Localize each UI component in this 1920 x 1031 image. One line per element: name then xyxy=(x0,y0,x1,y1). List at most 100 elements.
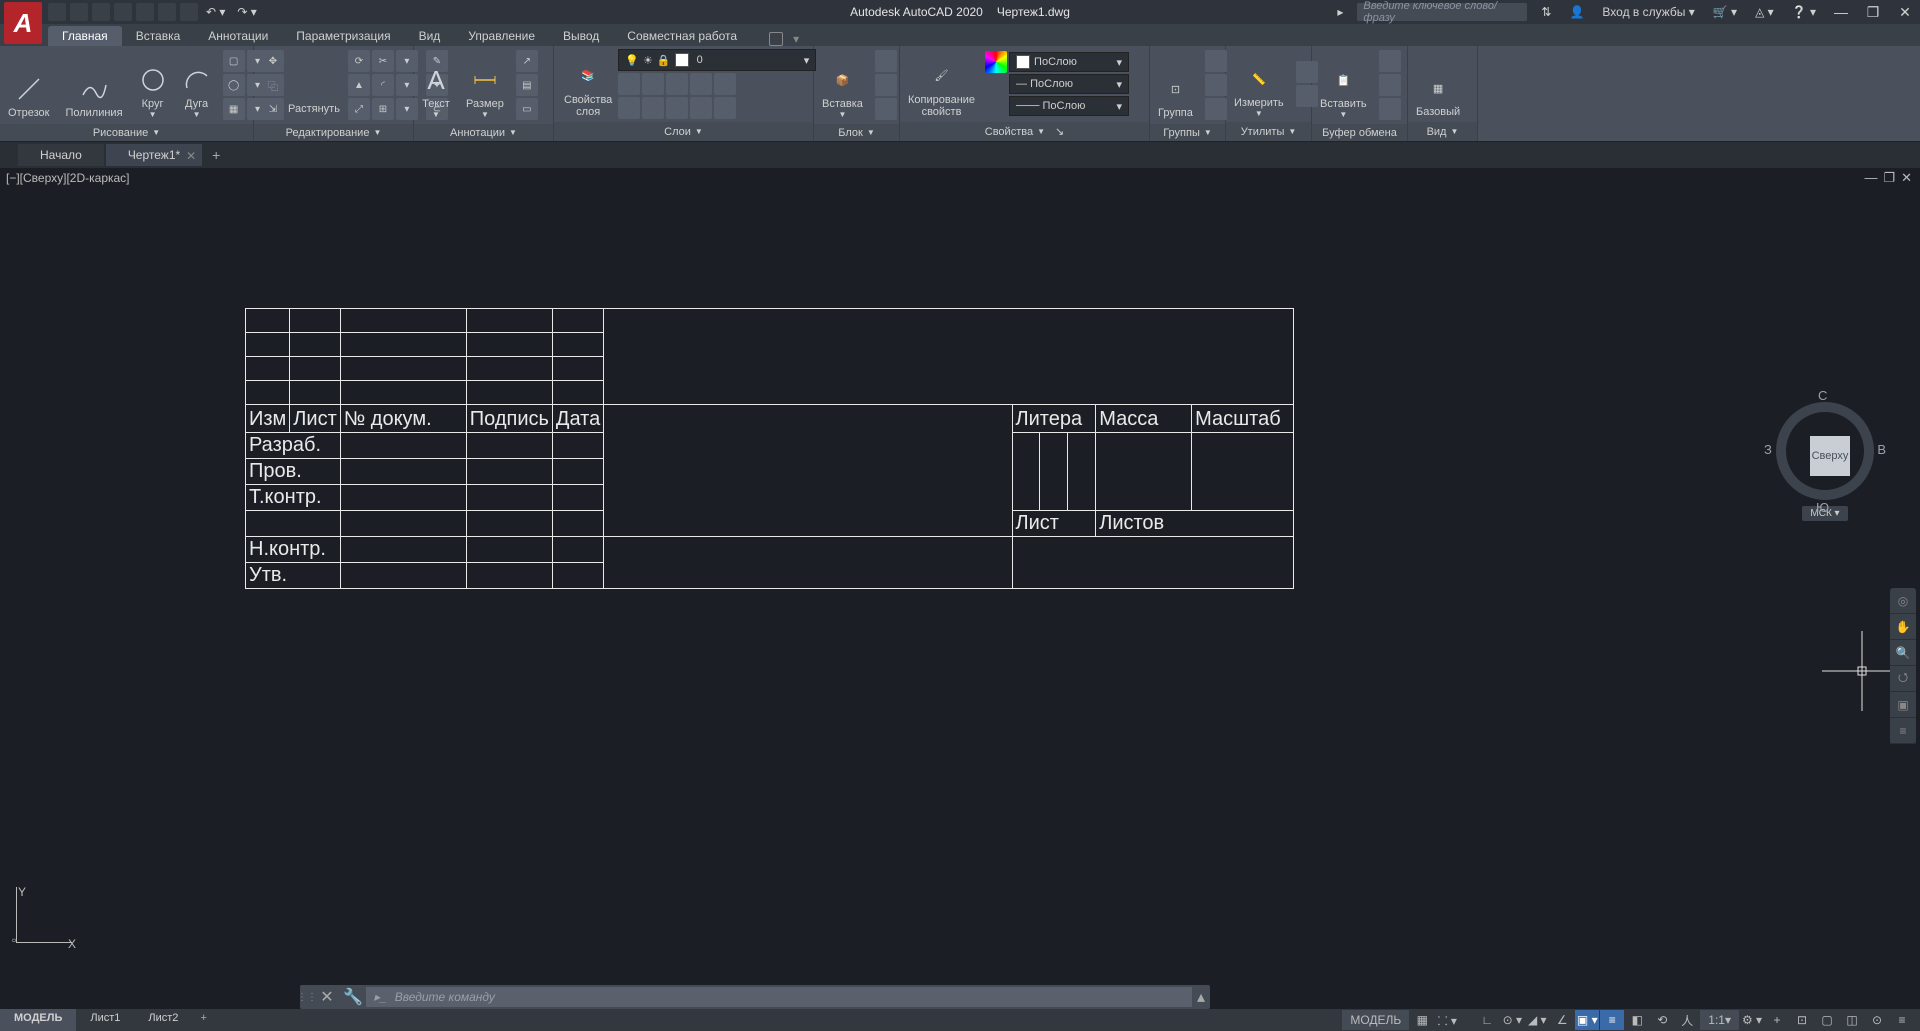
vp-close-icon[interactable]: ✕ xyxy=(1901,170,1912,186)
qat-plot-icon[interactable] xyxy=(136,3,154,21)
exchange-icon[interactable]: ⇅ xyxy=(1537,5,1555,19)
add-layout-button[interactable]: + xyxy=(192,1009,214,1031)
app-menu-button[interactable]: A xyxy=(4,2,42,44)
layer-lock-icon[interactable] xyxy=(666,73,688,95)
color-wheel-icon[interactable] xyxy=(985,51,1007,73)
viewport-controls[interactable]: [−][Сверху][2D-каркас] — ❐ ✕ xyxy=(0,168,1920,188)
search-input[interactable]: Введите ключевое слово/фразу xyxy=(1357,3,1527,21)
scale-icon[interactable]: ⤢ xyxy=(348,98,370,120)
panel-annot-title[interactable]: Аннотации▼ xyxy=(414,124,553,141)
polyline-button[interactable]: Полилиния xyxy=(57,47,130,123)
ortho-icon[interactable]: ∟ xyxy=(1475,1010,1499,1030)
qat-print-icon[interactable] xyxy=(180,3,198,21)
layer-freeze-icon[interactable] xyxy=(642,73,664,95)
command-line[interactable]: ⋮⋮ ✕ 🔧 ▸_ Введите команду ▴ xyxy=(300,985,1210,1009)
viewcube-south[interactable]: Ю xyxy=(1816,500,1829,515)
group-sel-icon[interactable] xyxy=(1205,98,1227,120)
layer-b3-icon[interactable] xyxy=(666,97,688,119)
cmdline-config-icon[interactable]: 🔧 xyxy=(344,988,362,1006)
layer-match-icon[interactable] xyxy=(714,73,736,95)
panel-utils-title[interactable]: Утилиты▼ xyxy=(1226,122,1311,141)
osnap-2d-icon[interactable]: ▣ ▾ xyxy=(1575,1010,1599,1030)
tab-output[interactable]: Вывод xyxy=(549,26,613,46)
arc-button[interactable]: Дуга▼ xyxy=(175,47,219,123)
dimension-button[interactable]: Размер▼ xyxy=(458,47,512,123)
polar-icon[interactable]: ⊙ ▾ xyxy=(1500,1010,1524,1030)
group-button[interactable]: ⊡Группа xyxy=(1150,47,1201,123)
layer-off-icon[interactable] xyxy=(618,73,640,95)
array-icon[interactable]: ⊞ xyxy=(372,98,394,120)
cmdline-grip-icon[interactable]: ⋮⋮ xyxy=(300,992,314,1003)
nav-more-icon[interactable]: ≡ xyxy=(1890,718,1916,744)
group-edit-icon[interactable] xyxy=(1205,74,1227,96)
tab-view[interactable]: Вид xyxy=(405,26,455,46)
tab-annotate[interactable]: Аннотации xyxy=(194,26,282,46)
tab-collaborate[interactable]: Совместная работа xyxy=(613,26,751,46)
panel-block-title[interactable]: Блок▼ xyxy=(814,124,899,141)
color-dropdown[interactable]: ПоСлою▾ xyxy=(1009,52,1129,72)
model-tab[interactable]: МОДЕЛЬ xyxy=(0,1009,76,1031)
layer-b5-icon[interactable] xyxy=(714,97,736,119)
customize-icon[interactable]: ≡ xyxy=(1890,1010,1914,1030)
base-view-button[interactable]: ▦Базовый xyxy=(1408,46,1468,122)
qat-saveas-icon[interactable] xyxy=(114,3,132,21)
lineweight-dropdown[interactable]: — ПоСлою▾ xyxy=(1009,74,1129,94)
block-attr-icon[interactable] xyxy=(875,98,897,120)
cmdline-close-icon[interactable]: ✕ xyxy=(318,988,336,1006)
nav-showmotion-icon[interactable]: ▣ xyxy=(1890,692,1916,718)
linetype-dropdown[interactable]: ─── ПоСлою▾ xyxy=(1009,96,1129,116)
lineweight-display-icon[interactable]: ≡ xyxy=(1600,1010,1624,1030)
leader-icon[interactable]: ↗ xyxy=(516,50,538,72)
tab-apps-icon[interactable] xyxy=(769,32,783,46)
viewcube[interactable]: С Сверху З В Ю МСК ▾ xyxy=(1770,388,1880,538)
nav-orbit-icon[interactable]: ⭯ xyxy=(1890,666,1916,692)
qat-redo-button[interactable]: ↷ ▾ xyxy=(233,5,260,19)
units-icon[interactable]: ⊡ xyxy=(1790,1010,1814,1030)
annotation-monitor-icon[interactable]: + xyxy=(1765,1010,1789,1030)
vp-minimize-icon[interactable]: — xyxy=(1864,170,1877,186)
layout2-tab[interactable]: Лист2 xyxy=(134,1009,192,1031)
search-arrow-icon[interactable]: ▸ xyxy=(1333,5,1347,19)
layer-dropdown[interactable]: 💡 ☀ 🔒 0 ▾ xyxy=(618,49,816,71)
copy-clip-icon[interactable] xyxy=(1379,74,1401,96)
insert-block-button[interactable]: 📦Вставка▼ xyxy=(814,47,871,123)
cmdline-history-icon[interactable]: ▴ xyxy=(1192,987,1210,1007)
qat-new-icon[interactable] xyxy=(48,3,66,21)
rotate-icon[interactable]: ⟳ xyxy=(348,50,370,72)
qat-publish-icon[interactable] xyxy=(158,3,176,21)
quickprops-icon[interactable]: ▢ xyxy=(1815,1010,1839,1030)
viewcube-north[interactable]: С xyxy=(1818,388,1827,403)
workspace-icon[interactable]: ⚙ ▾ xyxy=(1740,1010,1764,1030)
user-icon[interactable]: 👤 xyxy=(1565,5,1588,19)
nav-wheel-icon[interactable]: ◎ xyxy=(1890,588,1916,614)
panel-draw-title[interactable]: Рисование▼ xyxy=(0,124,253,141)
layer-b4-icon[interactable] xyxy=(690,97,712,119)
circle-button[interactable]: Круг▼ xyxy=(131,47,175,123)
viewcube-east[interactable]: В xyxy=(1877,442,1886,457)
close-button[interactable]: ✕ xyxy=(1894,1,1916,23)
osnap-tracking-icon[interactable]: ∠ xyxy=(1550,1010,1574,1030)
new-tab-button[interactable]: + xyxy=(204,145,228,165)
tab-insert[interactable]: Вставка xyxy=(122,26,195,46)
help-icon[interactable]: ❔ ▾ xyxy=(1788,5,1820,19)
panel-props-title[interactable]: Свойства▼↘ xyxy=(900,122,1149,141)
restore-button[interactable]: ❐ xyxy=(1862,1,1884,23)
isolate-icon[interactable]: ◫ xyxy=(1840,1010,1864,1030)
layer-b2-icon[interactable] xyxy=(642,97,664,119)
text-button[interactable]: AТекст▼ xyxy=(414,47,458,123)
grid-icon[interactable]: ▦ xyxy=(1410,1010,1434,1030)
ellipse-icon[interactable]: ◯ xyxy=(223,74,245,96)
snap-icon[interactable]: ⸬ ▾ xyxy=(1435,1010,1459,1030)
layer-iso-icon[interactable] xyxy=(690,73,712,95)
cut-icon[interactable] xyxy=(1379,50,1401,72)
table-icon[interactable]: ▤ xyxy=(516,74,538,96)
mirror-icon[interactable]: ▲ xyxy=(348,74,370,96)
trim-icon[interactable]: ✂ xyxy=(372,50,394,72)
hatch-icon[interactable]: ▦ xyxy=(223,98,245,120)
fillet-icon[interactable]: ◜ xyxy=(372,74,394,96)
annotation-scale-icon[interactable]: 人 xyxy=(1675,1010,1699,1030)
paste-button[interactable]: 📋Вставить▼ xyxy=(1312,47,1375,123)
drawing-tab[interactable]: Чертеж1*✕ xyxy=(106,144,202,166)
nav-zoom-icon[interactable]: 🔍 xyxy=(1890,640,1916,666)
layer-b1-icon[interactable] xyxy=(618,97,640,119)
